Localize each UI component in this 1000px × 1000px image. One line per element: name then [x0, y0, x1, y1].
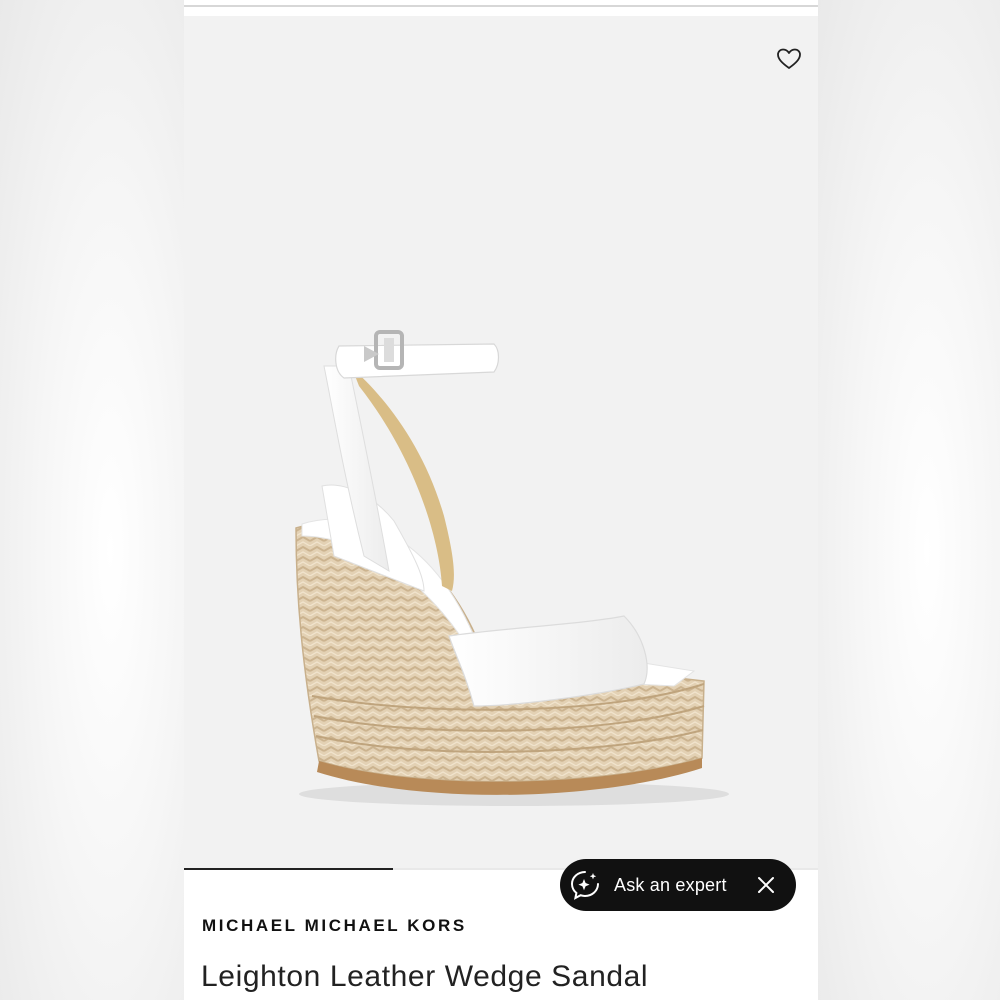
ask-an-expert-button[interactable]: Ask an expert: [560, 859, 796, 911]
product-page: Ask an expert MICHAEL MICHAEL KORS Leigh…: [184, 0, 818, 1000]
close-icon[interactable]: [756, 875, 776, 895]
product-image[interactable]: [184, 16, 818, 868]
brand-name[interactable]: MICHAEL MICHAEL KORS: [202, 916, 467, 936]
right-background-blur: [818, 0, 1000, 1000]
header-divider: [184, 5, 818, 7]
ask-an-expert-label: Ask an expert: [614, 874, 727, 895]
sandal-illustration: [295, 330, 729, 806]
wishlist-heart-icon[interactable]: [774, 44, 804, 74]
sparkle-chat-icon: [568, 868, 602, 902]
gallery-progress-indicator: [184, 868, 394, 870]
product-title: Leighton Leather Wedge Sandal: [201, 960, 649, 993]
left-background-blur: [0, 0, 184, 1000]
